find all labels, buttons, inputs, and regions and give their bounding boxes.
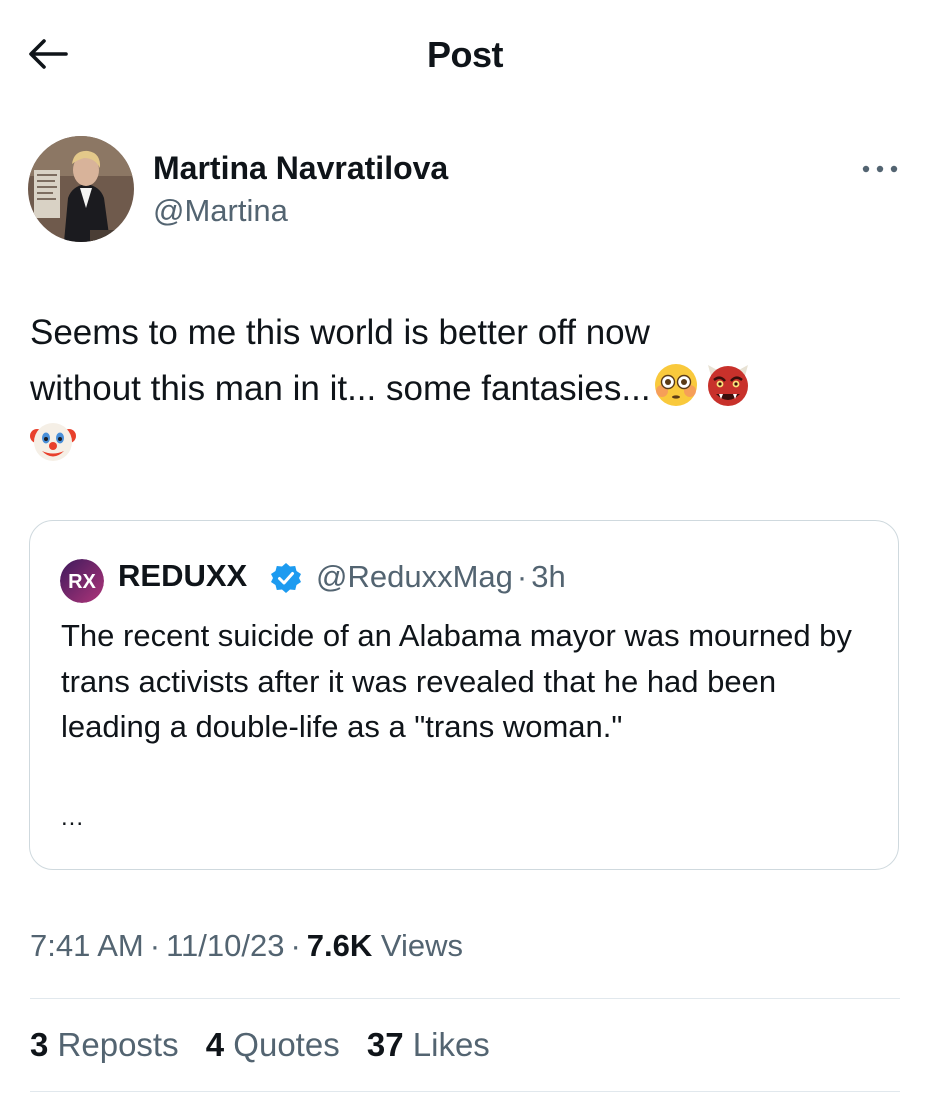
tweet-text-line-2: without this man in it... some fantasies…	[30, 361, 890, 417]
quoted-tweet-text: The recent suicide of an Alabama mayor w…	[61, 618, 852, 744]
verified-badge-icon	[271, 563, 301, 593]
tweet-text-line-2-text: without this man in it... some fantasies…	[30, 369, 651, 408]
ogre-emoji	[707, 365, 748, 406]
tweet-date[interactable]: 11/10/23	[166, 928, 284, 963]
quoted-author-name[interactable]: REDUXX	[118, 558, 247, 594]
likes-stat[interactable]: 37 Likes	[367, 1026, 490, 1064]
quoted-tweet-card[interactable]: RX REDUXX @ReduxxMag · 3h The recent suici…	[29, 520, 899, 870]
quoted-author-handle[interactable]: @ReduxxMag	[316, 559, 513, 594]
tweet-text: Seems to me this world is better off now…	[30, 305, 890, 473]
quoted-author-meta: @ReduxxMag · 3h	[316, 559, 566, 595]
reposts-stat[interactable]: 3 Reposts	[30, 1026, 179, 1064]
quoted-meta-separator: ·	[516, 559, 528, 594]
tweet-text-line-3	[30, 417, 890, 473]
quotes-stat[interactable]: 4 Quotes	[206, 1026, 340, 1064]
page-title: Post	[426, 34, 504, 75]
divider-bottom	[30, 1091, 900, 1092]
quoted-timestamp[interactable]: 3h	[531, 559, 565, 594]
tweet-meta: 7:41 AM · 11/10/23 · 7.6K Views	[30, 928, 463, 964]
quotes-label: Quotes	[233, 1026, 340, 1063]
avatar[interactable]	[28, 136, 134, 242]
reposts-count: 3	[30, 1026, 49, 1063]
ellipsis-icon	[862, 165, 898, 173]
meta-separator-2: ·	[290, 928, 301, 963]
likes-count: 37	[366, 1026, 404, 1063]
likes-label: Likes	[412, 1026, 490, 1063]
avatar-photo	[28, 136, 134, 242]
views-count: 7.6K	[306, 928, 373, 963]
tweet-text-line-1: Seems to me this world is better off now	[30, 313, 650, 352]
quoted-text-truncation: ...	[61, 804, 85, 831]
reduxx-logo: RX	[60, 559, 104, 603]
reposts-label: Reposts	[57, 1026, 179, 1063]
tweet-time[interactable]: 7:41 AM	[30, 928, 144, 963]
top-bar: Post	[0, 0, 930, 110]
divider	[30, 998, 900, 999]
reduxx-logo-image: RX	[60, 559, 104, 603]
engagement-stats: 3 Reposts 4 Quotes 37 Likes	[30, 1026, 508, 1064]
quotes-count: 4	[205, 1026, 225, 1063]
views-label: Views	[380, 928, 464, 963]
more-options-button[interactable]	[858, 158, 902, 180]
clown-face-emoji	[30, 423, 76, 461]
flushed-face-emoji	[654, 364, 697, 406]
reduxx-logo-text: RX	[68, 571, 96, 593]
author-handle[interactable]: @Martina	[153, 193, 288, 229]
author-name[interactable]: Martina Navratilova	[153, 150, 448, 187]
meta-separator-1: ·	[149, 928, 161, 963]
